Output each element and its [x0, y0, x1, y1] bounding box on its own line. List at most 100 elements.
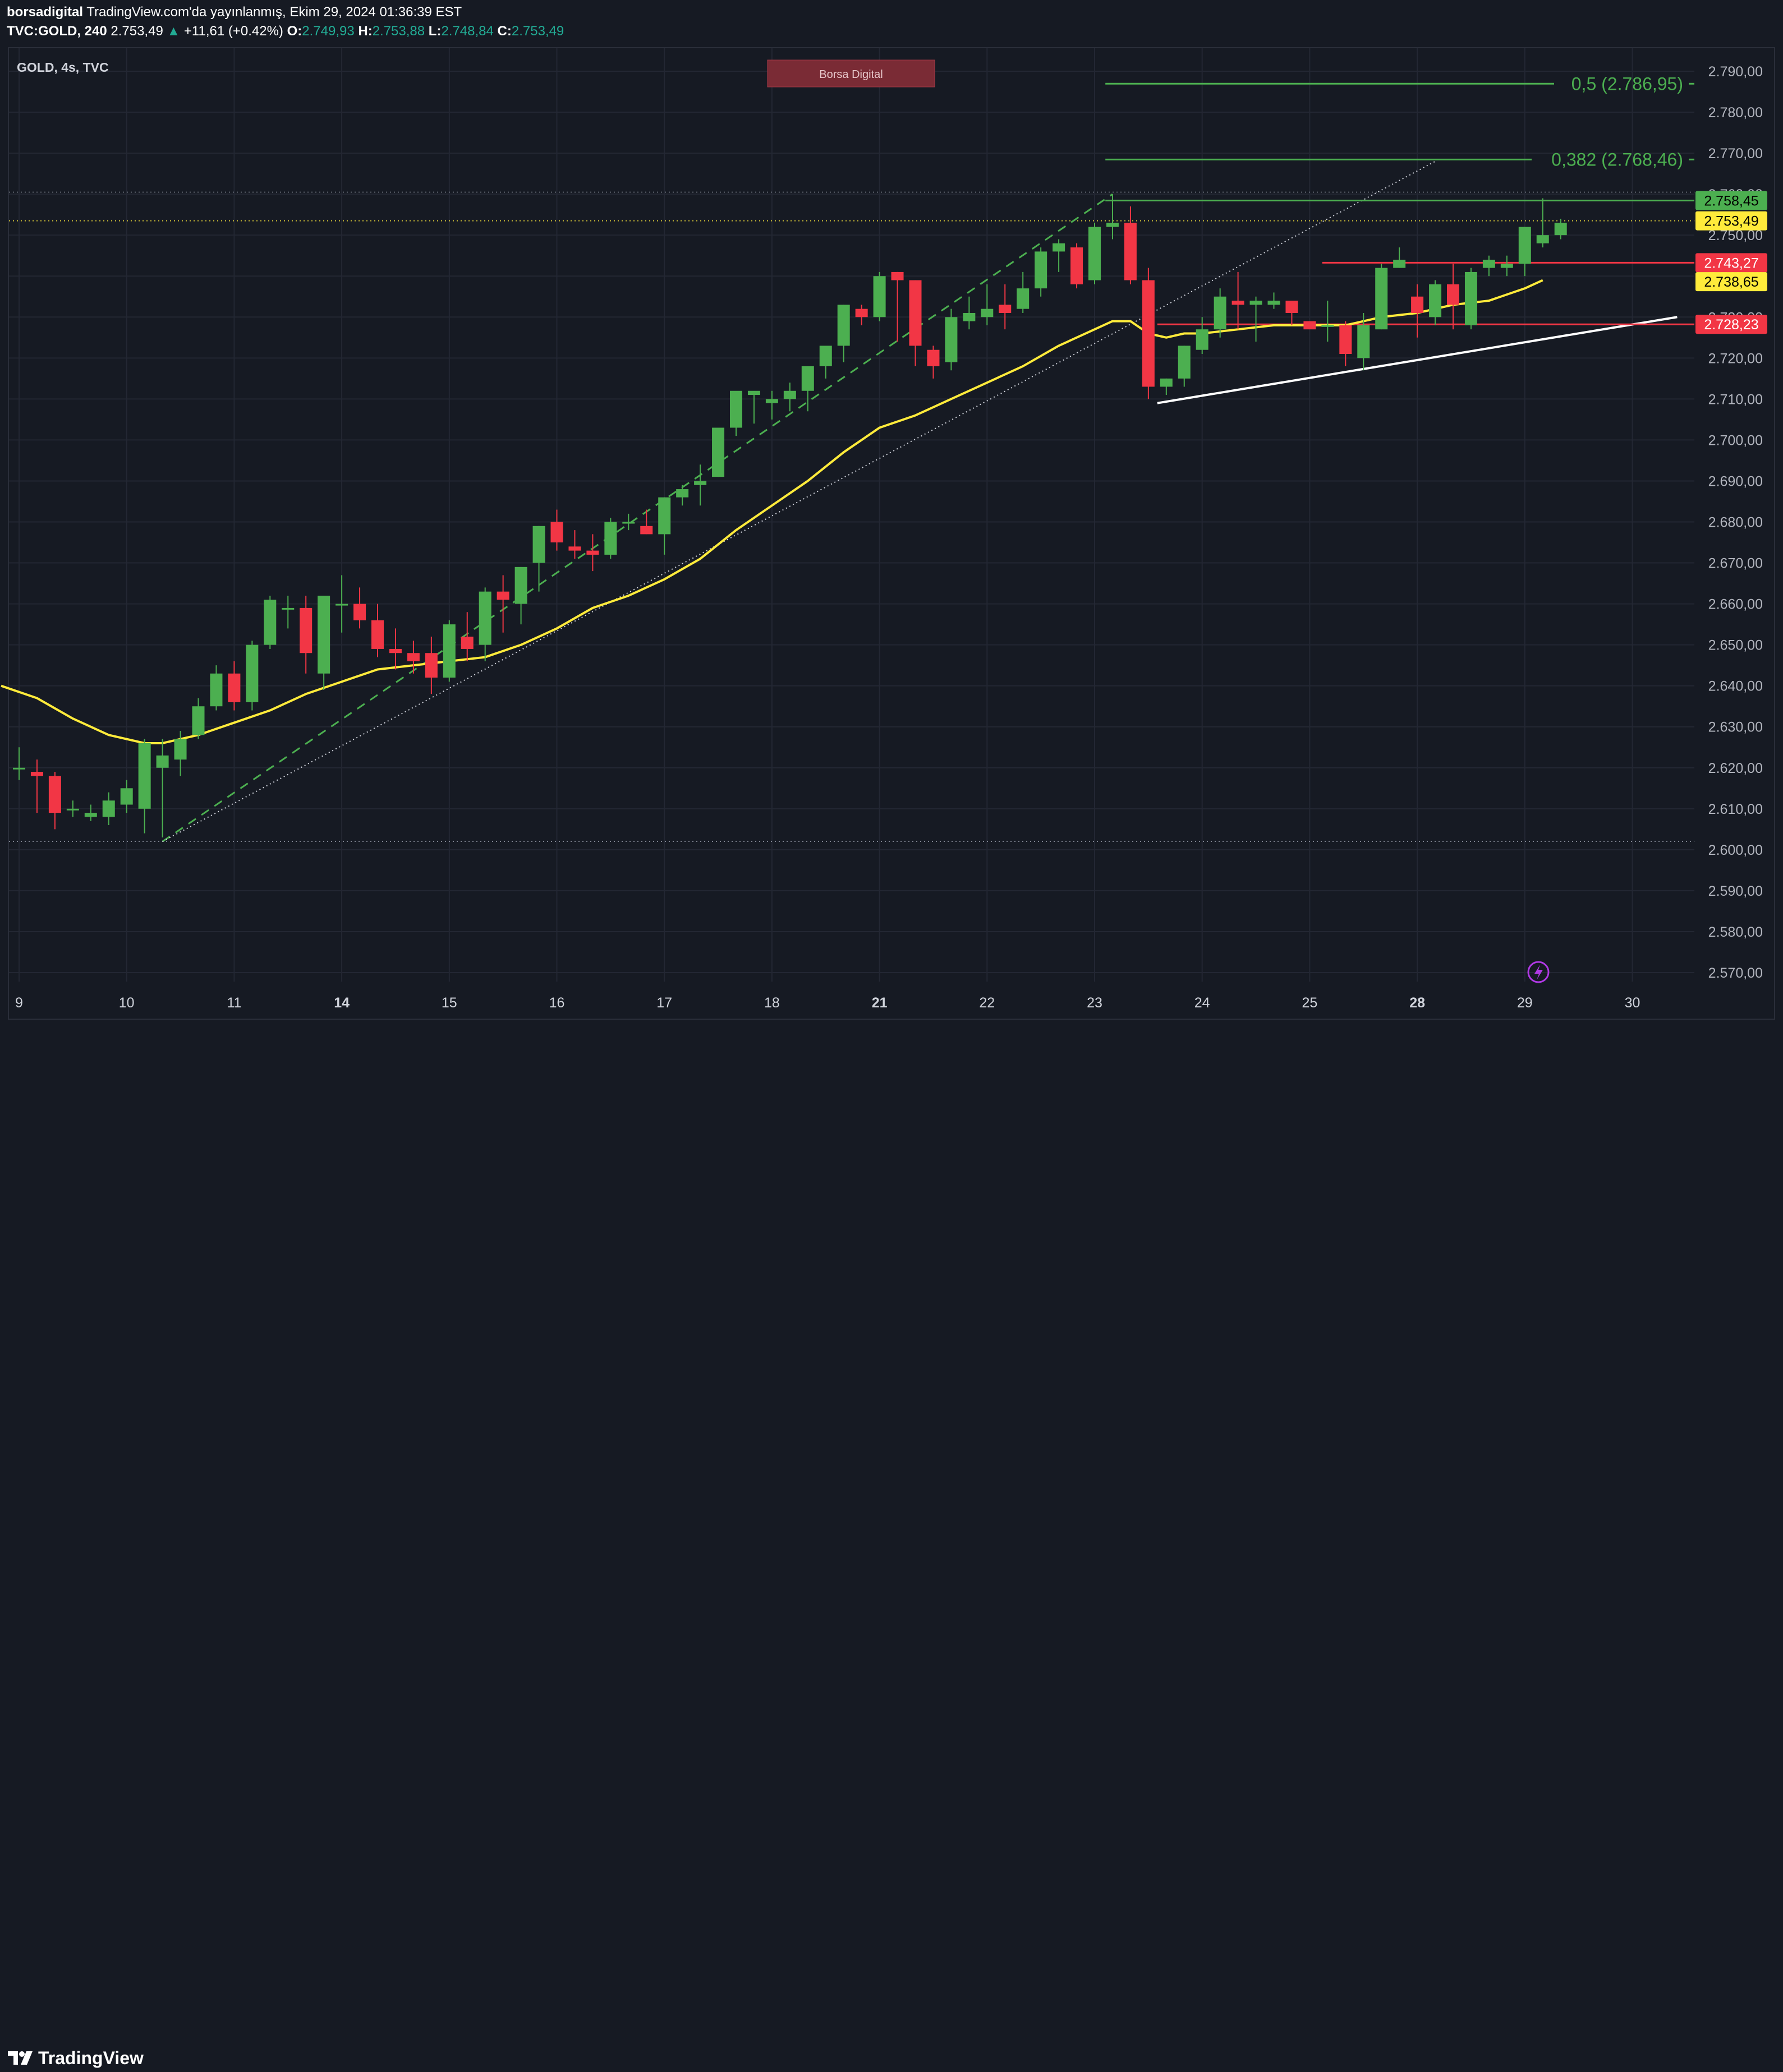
chart-title: GOLD, 4s, TVC — [17, 60, 109, 75]
candle-up — [1267, 292, 1280, 309]
candle-up — [676, 485, 689, 506]
candle-up — [730, 390, 742, 436]
candle-down — [999, 284, 1012, 330]
candle-body — [425, 653, 438, 678]
candle-body — [174, 739, 187, 760]
price-tick-label: 2.690,00 — [1708, 473, 1763, 489]
candle-up — [84, 804, 97, 821]
candle-up — [1178, 346, 1191, 387]
candle-body — [1178, 346, 1191, 379]
time-axis[interactable]: 9 10 11 14 15 16 17 18 21 22 23 24 25 28 29 30 — [15, 995, 1640, 1011]
candle-up — [156, 739, 169, 837]
price-tick-label: 2.680,00 — [1708, 515, 1763, 531]
price-tick-label: 2.580,00 — [1708, 924, 1763, 940]
price-tick-label: 2.590,00 — [1708, 883, 1763, 899]
candle-body — [676, 489, 689, 498]
candle-up — [1536, 198, 1549, 248]
candle-body — [1554, 223, 1567, 236]
candle-body — [1375, 268, 1388, 330]
candle-body — [1035, 251, 1047, 289]
candle-down — [1285, 301, 1298, 325]
candle-down — [1339, 321, 1352, 366]
price-chart[interactable]: 0,5 (2.786,95) 0,382 (2.768,46) 2.570,00 2… — [0, 0, 1783, 1020]
candle-body — [336, 604, 348, 606]
time-tick-label: 15 — [442, 995, 457, 1011]
price-label: 2.738,65 — [1695, 272, 1767, 292]
candle-up — [1321, 301, 1334, 342]
price-tick-label: 2.640,00 — [1708, 679, 1763, 694]
candle-body — [1285, 301, 1298, 313]
fib-level-label: 0,382 (2.768,46) — [1551, 149, 1683, 169]
time-tick-label: 28 — [1409, 995, 1425, 1011]
candles — [13, 194, 1567, 837]
candle-body — [1303, 321, 1316, 330]
candle-body — [658, 497, 671, 535]
candle-body — [604, 522, 617, 555]
candle-up — [192, 698, 205, 739]
price-tick-label: 2.630,00 — [1708, 720, 1763, 735]
candle-up — [1160, 378, 1173, 395]
candle-body — [1339, 325, 1352, 354]
candle-up — [1088, 223, 1101, 284]
candle-up — [138, 739, 151, 834]
candle-up — [765, 390, 778, 420]
candle-body — [1231, 301, 1244, 305]
candle-body — [981, 309, 994, 317]
candle-up — [747, 390, 760, 424]
candle-body — [891, 271, 904, 280]
price-tick-label: 2.790,00 — [1708, 64, 1763, 80]
candle-up — [1554, 218, 1567, 240]
price-tick-label: 2.720,00 — [1708, 351, 1763, 366]
price-label: 2.728,23 — [1695, 315, 1767, 334]
tradingview-logo[interactable]: TradingView — [8, 2044, 144, 2072]
candle-up — [604, 518, 617, 559]
price-label: 2.743,27 — [1695, 253, 1767, 273]
candle-body — [66, 808, 79, 811]
time-tick-label: 25 — [1302, 995, 1317, 1011]
candle-down — [1124, 206, 1137, 284]
candle-body — [389, 648, 402, 653]
candle-up — [120, 780, 133, 813]
candle-up — [264, 595, 277, 649]
time-tick-label: 9 — [15, 995, 23, 1011]
candle-up — [336, 575, 348, 633]
candle-down — [1070, 243, 1083, 289]
candle-up — [712, 427, 725, 477]
candle-body — [407, 653, 420, 661]
price-tick-label: 2.570,00 — [1708, 965, 1763, 981]
candle-body — [443, 624, 456, 678]
candle-body — [192, 706, 205, 735]
candle-body — [927, 349, 940, 366]
candle-up — [479, 587, 491, 661]
candle-up — [1518, 227, 1531, 277]
candle-up — [246, 641, 259, 711]
candle-down — [1411, 284, 1424, 338]
candle-body — [999, 305, 1012, 313]
candle-up — [1393, 247, 1406, 268]
candle-down — [371, 604, 384, 657]
candle-body — [30, 772, 43, 776]
candle-body — [712, 427, 725, 477]
price-label-text: 2.758,45 — [1704, 193, 1758, 209]
candle-body — [1017, 288, 1030, 309]
price-tick-label: 2.620,00 — [1708, 761, 1763, 776]
candle-body — [1070, 247, 1083, 284]
candle-body — [120, 788, 133, 805]
dashed-trendline — [162, 193, 1113, 842]
fib-level-label: 0,5 (2.786,95) — [1571, 73, 1683, 94]
candle-body — [765, 399, 778, 403]
candle-up — [694, 464, 707, 506]
candle-up — [658, 497, 671, 555]
candle-body — [497, 591, 509, 600]
time-tick-label: 18 — [764, 995, 780, 1011]
candle-body — [1429, 284, 1442, 317]
candle-down — [300, 595, 313, 674]
candle-body — [586, 550, 599, 555]
time-tick-label: 11 — [227, 995, 241, 1011]
candle-body — [1464, 271, 1477, 325]
fibonacci-levels: 0,5 (2.786,95) 0,382 (2.768,46) — [1105, 73, 1694, 201]
candle-body — [747, 390, 760, 395]
candle-up — [1482, 255, 1495, 277]
time-tick-label: 10 — [119, 995, 135, 1011]
candle-up — [282, 595, 295, 629]
